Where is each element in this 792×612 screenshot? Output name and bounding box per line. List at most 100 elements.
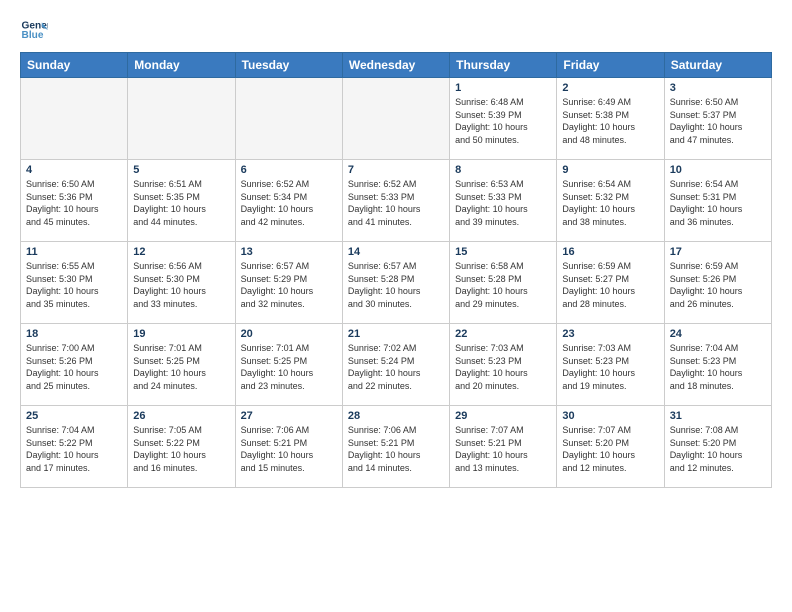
day-number: 5 <box>133 164 229 176</box>
day-info: Sunrise: 6:54 AM Sunset: 5:32 PM Dayligh… <box>562 178 658 228</box>
header: General Blue <box>20 16 772 44</box>
weekday-header-friday: Friday <box>557 53 664 78</box>
calendar-table: SundayMondayTuesdayWednesdayThursdayFrid… <box>20 52 772 488</box>
logo: General Blue <box>20 16 48 44</box>
day-number: 3 <box>670 82 766 94</box>
calendar-cell: 15 Sunrise: 6:58 AM Sunset: 5:28 PM Dayli… <box>450 242 557 324</box>
day-info: Sunrise: 6:50 AM Sunset: 5:36 PM Dayligh… <box>26 178 122 228</box>
day-number: 26 <box>133 410 229 422</box>
day-info: Sunrise: 6:49 AM Sunset: 5:38 PM Dayligh… <box>562 96 658 146</box>
day-number: 10 <box>670 164 766 176</box>
calendar-cell: 22 Sunrise: 7:03 AM Sunset: 5:23 PM Dayli… <box>450 324 557 406</box>
logo-icon: General Blue <box>20 16 48 44</box>
day-number: 9 <box>562 164 658 176</box>
week-row-1: 4 Sunrise: 6:50 AM Sunset: 5:36 PM Daylig… <box>21 160 772 242</box>
day-number: 7 <box>348 164 444 176</box>
day-number: 8 <box>455 164 551 176</box>
weekday-header-monday: Monday <box>128 53 235 78</box>
day-number: 12 <box>133 246 229 258</box>
day-info: Sunrise: 6:53 AM Sunset: 5:33 PM Dayligh… <box>455 178 551 228</box>
day-info: Sunrise: 6:48 AM Sunset: 5:39 PM Dayligh… <box>455 96 551 146</box>
calendar-cell: 24 Sunrise: 7:04 AM Sunset: 5:23 PM Dayli… <box>664 324 771 406</box>
calendar-cell: 14 Sunrise: 6:57 AM Sunset: 5:28 PM Dayli… <box>342 242 449 324</box>
day-info: Sunrise: 6:57 AM Sunset: 5:28 PM Dayligh… <box>348 260 444 310</box>
day-info: Sunrise: 7:07 AM Sunset: 5:21 PM Dayligh… <box>455 424 551 474</box>
day-info: Sunrise: 7:02 AM Sunset: 5:24 PM Dayligh… <box>348 342 444 392</box>
week-row-3: 18 Sunrise: 7:00 AM Sunset: 5:26 PM Dayli… <box>21 324 772 406</box>
day-info: Sunrise: 7:06 AM Sunset: 5:21 PM Dayligh… <box>241 424 337 474</box>
day-info: Sunrise: 6:59 AM Sunset: 5:26 PM Dayligh… <box>670 260 766 310</box>
calendar-cell: 9 Sunrise: 6:54 AM Sunset: 5:32 PM Daylig… <box>557 160 664 242</box>
calendar-cell <box>235 78 342 160</box>
calendar-cell <box>342 78 449 160</box>
svg-text:Blue: Blue <box>22 30 44 41</box>
day-info: Sunrise: 7:05 AM Sunset: 5:22 PM Dayligh… <box>133 424 229 474</box>
calendar-cell: 1 Sunrise: 6:48 AM Sunset: 5:39 PM Daylig… <box>450 78 557 160</box>
calendar-cell: 31Sunrise: 7:08 AM Sunset: 5:20 PM Dayli… <box>664 406 771 488</box>
weekday-header-saturday: Saturday <box>664 53 771 78</box>
calendar-cell: 4 Sunrise: 6:50 AM Sunset: 5:36 PM Daylig… <box>21 160 128 242</box>
day-info: Sunrise: 6:52 AM Sunset: 5:34 PM Dayligh… <box>241 178 337 228</box>
day-info: Sunrise: 6:55 AM Sunset: 5:30 PM Dayligh… <box>26 260 122 310</box>
day-info: Sunrise: 7:03 AM Sunset: 5:23 PM Dayligh… <box>455 342 551 392</box>
weekday-header-thursday: Thursday <box>450 53 557 78</box>
day-number: 24 <box>670 328 766 340</box>
day-number: 29 <box>455 410 551 422</box>
weekday-header-wednesday: Wednesday <box>342 53 449 78</box>
day-info: Sunrise: 7:00 AM Sunset: 5:26 PM Dayligh… <box>26 342 122 392</box>
day-number: 23 <box>562 328 658 340</box>
calendar-cell: 27Sunrise: 7:06 AM Sunset: 5:21 PM Dayli… <box>235 406 342 488</box>
day-info: Sunrise: 6:59 AM Sunset: 5:27 PM Dayligh… <box>562 260 658 310</box>
day-number: 11 <box>26 246 122 258</box>
calendar-cell: 10 Sunrise: 6:54 AM Sunset: 5:31 PM Dayli… <box>664 160 771 242</box>
calendar-cell: 7Sunrise: 6:52 AM Sunset: 5:33 PM Daylig… <box>342 160 449 242</box>
week-row-2: 11 Sunrise: 6:55 AM Sunset: 5:30 PM Dayli… <box>21 242 772 324</box>
calendar-cell: 6 Sunrise: 6:52 AM Sunset: 5:34 PM Daylig… <box>235 160 342 242</box>
calendar-cell: 2Sunrise: 6:49 AM Sunset: 5:38 PM Daylig… <box>557 78 664 160</box>
calendar-cell: 26 Sunrise: 7:05 AM Sunset: 5:22 PM Dayli… <box>128 406 235 488</box>
day-number: 4 <box>26 164 122 176</box>
week-row-0: 1 Sunrise: 6:48 AM Sunset: 5:39 PM Daylig… <box>21 78 772 160</box>
day-number: 14 <box>348 246 444 258</box>
day-number: 19 <box>133 328 229 340</box>
calendar-cell: 29 Sunrise: 7:07 AM Sunset: 5:21 PM Dayli… <box>450 406 557 488</box>
weekday-header-sunday: Sunday <box>21 53 128 78</box>
day-info: Sunrise: 6:50 AM Sunset: 5:37 PM Dayligh… <box>670 96 766 146</box>
day-number: 16 <box>562 246 658 258</box>
day-number: 20 <box>241 328 337 340</box>
day-number: 1 <box>455 82 551 94</box>
day-info: Sunrise: 7:07 AM Sunset: 5:20 PM Dayligh… <box>562 424 658 474</box>
calendar-cell: 30 Sunrise: 7:07 AM Sunset: 5:20 PM Dayli… <box>557 406 664 488</box>
day-info: Sunrise: 7:04 AM Sunset: 5:22 PM Dayligh… <box>26 424 122 474</box>
day-number: 13 <box>241 246 337 258</box>
day-info: Sunrise: 7:01 AM Sunset: 5:25 PM Dayligh… <box>133 342 229 392</box>
weekday-header-tuesday: Tuesday <box>235 53 342 78</box>
calendar-cell: 12 Sunrise: 6:56 AM Sunset: 5:30 PM Dayli… <box>128 242 235 324</box>
day-info: Sunrise: 6:51 AM Sunset: 5:35 PM Dayligh… <box>133 178 229 228</box>
day-number: 6 <box>241 164 337 176</box>
calendar-cell: 5 Sunrise: 6:51 AM Sunset: 5:35 PM Daylig… <box>128 160 235 242</box>
day-number: 22 <box>455 328 551 340</box>
day-info: Sunrise: 7:03 AM Sunset: 5:23 PM Dayligh… <box>562 342 658 392</box>
calendar-cell: 25Sunrise: 7:04 AM Sunset: 5:22 PM Dayli… <box>21 406 128 488</box>
day-info: Sunrise: 6:58 AM Sunset: 5:28 PM Dayligh… <box>455 260 551 310</box>
day-number: 28 <box>348 410 444 422</box>
day-number: 30 <box>562 410 658 422</box>
day-info: Sunrise: 7:06 AM Sunset: 5:21 PM Dayligh… <box>348 424 444 474</box>
calendar-cell: 17 Sunrise: 6:59 AM Sunset: 5:26 PM Dayli… <box>664 242 771 324</box>
day-info: Sunrise: 7:01 AM Sunset: 5:25 PM Dayligh… <box>241 342 337 392</box>
week-row-4: 25Sunrise: 7:04 AM Sunset: 5:22 PM Dayli… <box>21 406 772 488</box>
day-info: Sunrise: 7:04 AM Sunset: 5:23 PM Dayligh… <box>670 342 766 392</box>
calendar-cell: 3 Sunrise: 6:50 AM Sunset: 5:37 PM Daylig… <box>664 78 771 160</box>
day-number: 21 <box>348 328 444 340</box>
calendar-cell: 23 Sunrise: 7:03 AM Sunset: 5:23 PM Dayli… <box>557 324 664 406</box>
day-number: 17 <box>670 246 766 258</box>
day-info: Sunrise: 6:57 AM Sunset: 5:29 PM Dayligh… <box>241 260 337 310</box>
day-number: 18 <box>26 328 122 340</box>
day-info: Sunrise: 6:56 AM Sunset: 5:30 PM Dayligh… <box>133 260 229 310</box>
day-number: 15 <box>455 246 551 258</box>
calendar-cell: 13 Sunrise: 6:57 AM Sunset: 5:29 PM Dayli… <box>235 242 342 324</box>
calendar-cell: 16 Sunrise: 6:59 AM Sunset: 5:27 PM Dayli… <box>557 242 664 324</box>
day-info: Sunrise: 6:54 AM Sunset: 5:31 PM Dayligh… <box>670 178 766 228</box>
calendar-cell: 21 Sunrise: 7:02 AM Sunset: 5:24 PM Dayli… <box>342 324 449 406</box>
